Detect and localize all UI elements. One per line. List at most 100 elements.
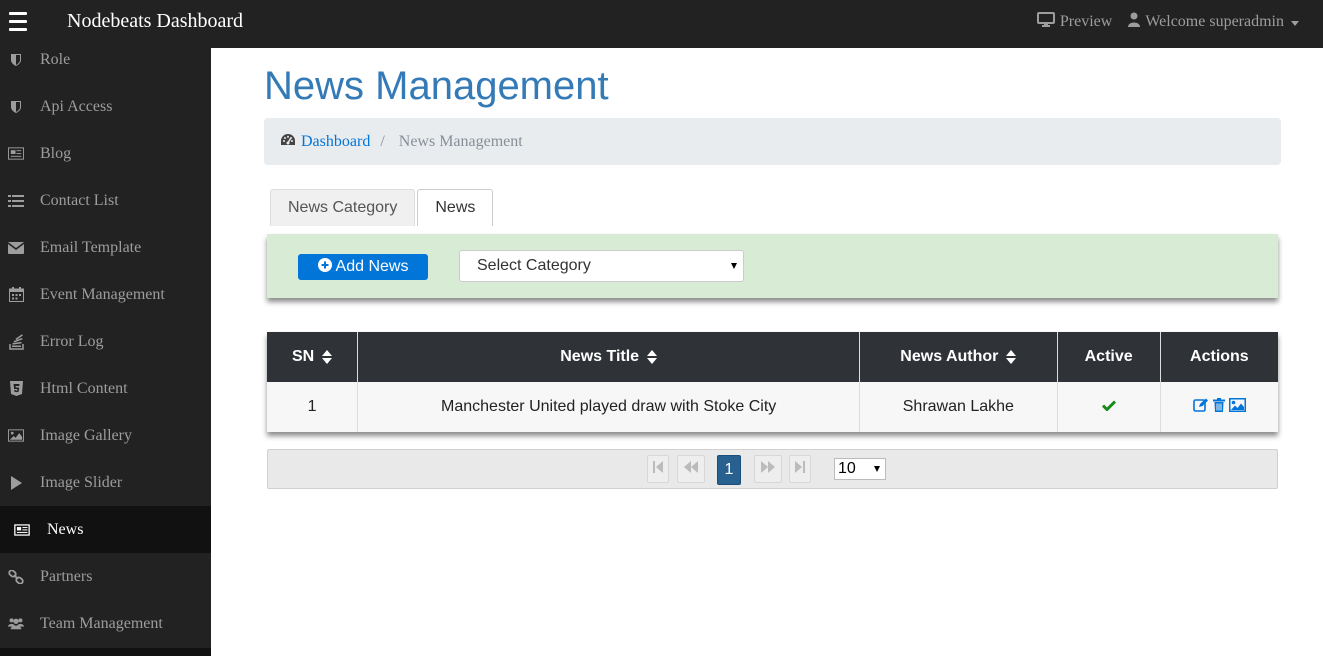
- link-icon: [8, 569, 24, 585]
- newspaper-icon: [14, 522, 30, 538]
- table-header-row: SN News Title News Author Active Actions: [267, 332, 1278, 382]
- delete-icon[interactable]: [1212, 397, 1225, 412]
- plus-circle-icon: [317, 257, 332, 277]
- users-icon: [8, 616, 24, 632]
- stack-icon: [8, 333, 24, 350]
- column-header-sn[interactable]: SN: [267, 332, 359, 382]
- filter-panel: Add News Select Category: [267, 234, 1278, 298]
- cell-news-title: Manchester United played draw with Stoke…: [357, 382, 861, 432]
- shield-icon: [8, 99, 24, 115]
- sort-icon: [647, 349, 658, 364]
- brand-title[interactable]: Nodebeats Dashboard: [67, 10, 243, 33]
- breadcrumb-current: News Management: [398, 132, 523, 150]
- sidebar-item-label: Role: [40, 50, 71, 68]
- sidebar-item-blog[interactable]: Blog: [0, 130, 211, 177]
- sidebar-item-label: Team Management: [40, 614, 163, 632]
- column-header-news-title[interactable]: News Title: [357, 332, 861, 382]
- sidebar-item-email-template[interactable]: Email Template: [0, 224, 211, 271]
- menu-toggle-icon[interactable]: [9, 12, 27, 34]
- html5-icon: [8, 381, 24, 397]
- page-number-button[interactable]: 1: [717, 455, 741, 485]
- sidebar-item-label: Event Management: [40, 285, 165, 303]
- sidebar-item-label: Email Template: [40, 238, 142, 256]
- newspaper-icon: [8, 146, 24, 162]
- sidebar-item-label: Html Content: [40, 379, 128, 397]
- pagination-bar: 1 10: [267, 449, 1278, 489]
- top-navbar: Nodebeats Dashboard Preview Welcome supe…: [0, 0, 1323, 48]
- category-select[interactable]: Select Category: [459, 250, 744, 282]
- sidebar-item-label: Contact List: [40, 191, 119, 209]
- sidebar-item-event-management[interactable]: Event Management: [0, 271, 211, 318]
- last-page-icon: [795, 460, 805, 478]
- sidebar-item-image-gallery[interactable]: Image Gallery: [0, 412, 211, 459]
- tachometer-icon: [280, 133, 296, 151]
- user-icon: [1128, 12, 1141, 32]
- preview-label: Preview: [1059, 13, 1113, 30]
- sidebar-item-partners[interactable]: Partners: [0, 553, 211, 600]
- sidebar-item-contact-list[interactable]: Contact List: [0, 177, 211, 224]
- cell-sn: 1: [267, 382, 359, 432]
- sidebar-footer-strip: [0, 648, 211, 656]
- sidebar-item-label: Image Gallery: [40, 426, 132, 444]
- dropdown-arrow-icon: [874, 466, 880, 472]
- column-header-actions: Actions: [1160, 332, 1278, 382]
- edit-icon[interactable]: [1193, 398, 1209, 412]
- preview-link[interactable]: Preview: [1036, 12, 1113, 32]
- sort-icon: [322, 349, 333, 364]
- column-header-active: Active: [1057, 332, 1161, 382]
- next-page-button[interactable]: [754, 455, 782, 483]
- image-icon[interactable]: [1228, 397, 1246, 412]
- sidebar-item-role[interactable]: Role: [0, 48, 211, 83]
- envelope-icon: [8, 240, 24, 256]
- welcome-label: Welcome superadmin: [1145, 13, 1284, 30]
- play-icon: [8, 475, 24, 491]
- desktop-icon: [1036, 12, 1055, 32]
- add-news-button[interactable]: Add News: [298, 254, 428, 280]
- sidebar-item-label: News: [47, 520, 84, 538]
- forward-icon: [760, 460, 776, 478]
- tab-news-category[interactable]: News Category: [270, 189, 416, 226]
- tab-news[interactable]: News: [417, 189, 494, 226]
- breadcrumb-home-label: Dashboard: [301, 132, 371, 150]
- sidebar-item-news[interactable]: News: [0, 506, 211, 553]
- user-menu[interactable]: Welcome superadmin: [1128, 12, 1299, 32]
- sidebar-item-label: Error Log: [40, 332, 104, 350]
- breadcrumb: Dashboard / News Management: [264, 118, 1281, 165]
- check-icon: [1101, 398, 1116, 415]
- category-select-value: Select Category: [477, 257, 591, 274]
- cell-actions: [1160, 382, 1278, 432]
- news-table: SN News Title News Author Active Actions…: [267, 332, 1278, 432]
- sidebar: Role Api Access Blog Contact List Email …: [0, 48, 211, 656]
- cell-news-author: Shrawan Lakhe: [859, 382, 1058, 432]
- shield-icon: [8, 52, 24, 68]
- sidebar-item-label: Blog: [40, 144, 72, 162]
- sidebar-item-html-content[interactable]: Html Content: [0, 365, 211, 412]
- page-size-select[interactable]: 10: [834, 458, 886, 480]
- sidebar-item-team-management[interactable]: Team Management: [0, 600, 211, 647]
- sidebar-item-label: Image Slider: [40, 473, 123, 491]
- sidebar-item-api-access[interactable]: Api Access: [0, 83, 211, 130]
- news-tabs: News Category News: [270, 189, 495, 226]
- first-page-button[interactable]: [647, 455, 669, 483]
- breadcrumb-separator: /: [380, 132, 385, 150]
- first-page-icon: [653, 460, 663, 478]
- sort-icon: [1006, 349, 1017, 364]
- sidebar-item-image-slider[interactable]: Image Slider: [0, 459, 211, 506]
- table-row: 1 Manchester United played draw with Sto…: [267, 382, 1278, 432]
- sidebar-item-error-log[interactable]: Error Log: [0, 318, 211, 365]
- top-right-nav: Preview Welcome superadmin: [1036, 12, 1299, 32]
- page-title: News Management: [264, 64, 609, 108]
- add-news-label: Add News: [335, 258, 409, 275]
- caret-down-icon: [1291, 20, 1299, 26]
- calendar-icon: [8, 287, 24, 303]
- list-icon: [8, 193, 24, 209]
- last-page-button[interactable]: [789, 455, 811, 483]
- column-header-news-author[interactable]: News Author: [859, 332, 1058, 382]
- image-icon: [8, 428, 24, 444]
- dropdown-arrow-icon: [731, 263, 737, 269]
- page-size-value: 10: [838, 460, 856, 477]
- breadcrumb-dashboard-link[interactable]: Dashboard: [280, 133, 370, 151]
- backward-icon: [683, 460, 699, 478]
- cell-active: [1057, 382, 1161, 432]
- previous-page-button[interactable]: [677, 455, 705, 483]
